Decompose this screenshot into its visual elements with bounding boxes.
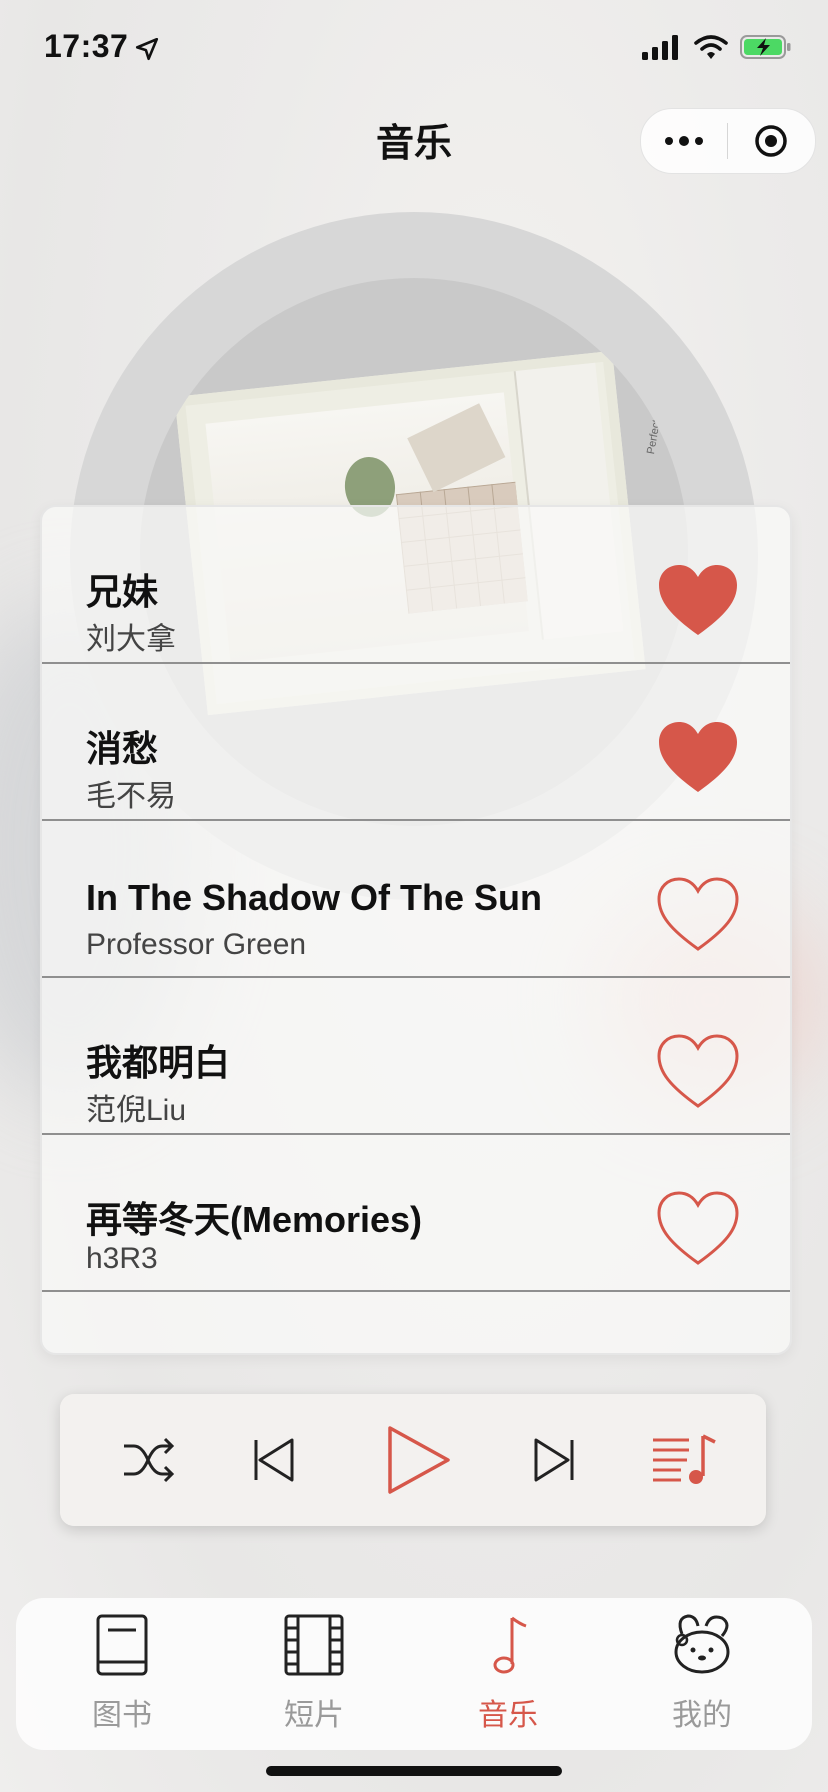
previous-button[interactable] <box>238 1424 310 1496</box>
song-artist: Professor Green <box>86 928 307 961</box>
music-note-icon <box>493 1616 527 1674</box>
heart-outline-icon[interactable] <box>656 877 740 953</box>
play-icon <box>388 1426 450 1494</box>
signal-icon <box>642 35 678 60</box>
tab-bar: 图书 短片 音乐 我的 <box>16 1598 812 1750</box>
shuffle-button[interactable] <box>112 1424 184 1496</box>
book-icon <box>96 1614 148 1676</box>
home-indicator <box>266 1766 562 1776</box>
status-time: 17:37 <box>44 28 129 64</box>
song-artist: 范倪Liu <box>86 1094 187 1127</box>
battery-charging-icon <box>740 35 791 59</box>
status-bar: 17:37 <box>0 0 828 100</box>
play-button[interactable] <box>378 1419 460 1501</box>
previous-icon <box>254 1438 294 1482</box>
tab-books[interactable]: 图书 <box>52 1612 192 1742</box>
tab-label: 图书 <box>92 1699 152 1732</box>
tab-shorts[interactable]: 短片 <box>244 1612 384 1742</box>
song-title: 我都明白 <box>86 1042 231 1083</box>
song-artist: h3R3 <box>86 1242 158 1275</box>
tab-label: 我的 <box>672 1699 732 1732</box>
heart-outline-icon[interactable] <box>656 1191 740 1267</box>
song-artist: 刘大拿 <box>86 623 176 656</box>
shuffle-icon <box>124 1437 175 1483</box>
song-list[interactable]: 兄妹 刘大拿 消愁 毛不易 In The Shadow Of The Sun P… <box>40 505 792 1355</box>
more-button[interactable] <box>641 109 727 173</box>
heart-outline-icon[interactable] <box>656 1034 740 1110</box>
player-controls <box>60 1394 766 1526</box>
list-item[interactable]: 兄妹 刘大拿 <box>42 507 790 664</box>
wifi-icon <box>694 35 728 59</box>
playlist-icon <box>653 1434 716 1484</box>
song-artist: 毛不易 <box>86 780 176 813</box>
mini-program-capsule <box>640 108 816 174</box>
tab-label: 音乐 <box>478 1699 538 1732</box>
next-button[interactable] <box>518 1424 590 1496</box>
list-item[interactable]: 我都明白 范倪Liu <box>42 978 790 1135</box>
song-title: 再等冬天(Memories) <box>86 1199 423 1240</box>
song-title: 兄妹 <box>86 571 159 612</box>
list-item[interactable]: 消愁 毛不易 <box>42 664 790 821</box>
tab-music[interactable]: 音乐 <box>438 1612 578 1742</box>
playlist-button[interactable] <box>644 1424 724 1496</box>
film-icon <box>284 1614 344 1676</box>
heart-filled-icon[interactable] <box>656 563 740 639</box>
list-item[interactable]: 再等冬天(Memories) h3R3 <box>42 1135 790 1292</box>
next-icon <box>534 1438 574 1482</box>
tab-profile[interactable]: 我的 <box>632 1612 772 1742</box>
profile-icon <box>674 1614 730 1674</box>
song-title: In The Shadow Of The Sun <box>86 877 542 918</box>
target-icon <box>755 125 787 157</box>
list-item[interactable]: In The Shadow Of The Sun Professor Green <box>42 821 790 978</box>
tab-label: 短片 <box>284 1699 344 1732</box>
close-mini-program-button[interactable] <box>728 109 814 173</box>
location-arrow-icon <box>135 37 159 61</box>
heart-filled-icon[interactable] <box>656 720 740 796</box>
song-title: 消愁 <box>86 728 159 769</box>
